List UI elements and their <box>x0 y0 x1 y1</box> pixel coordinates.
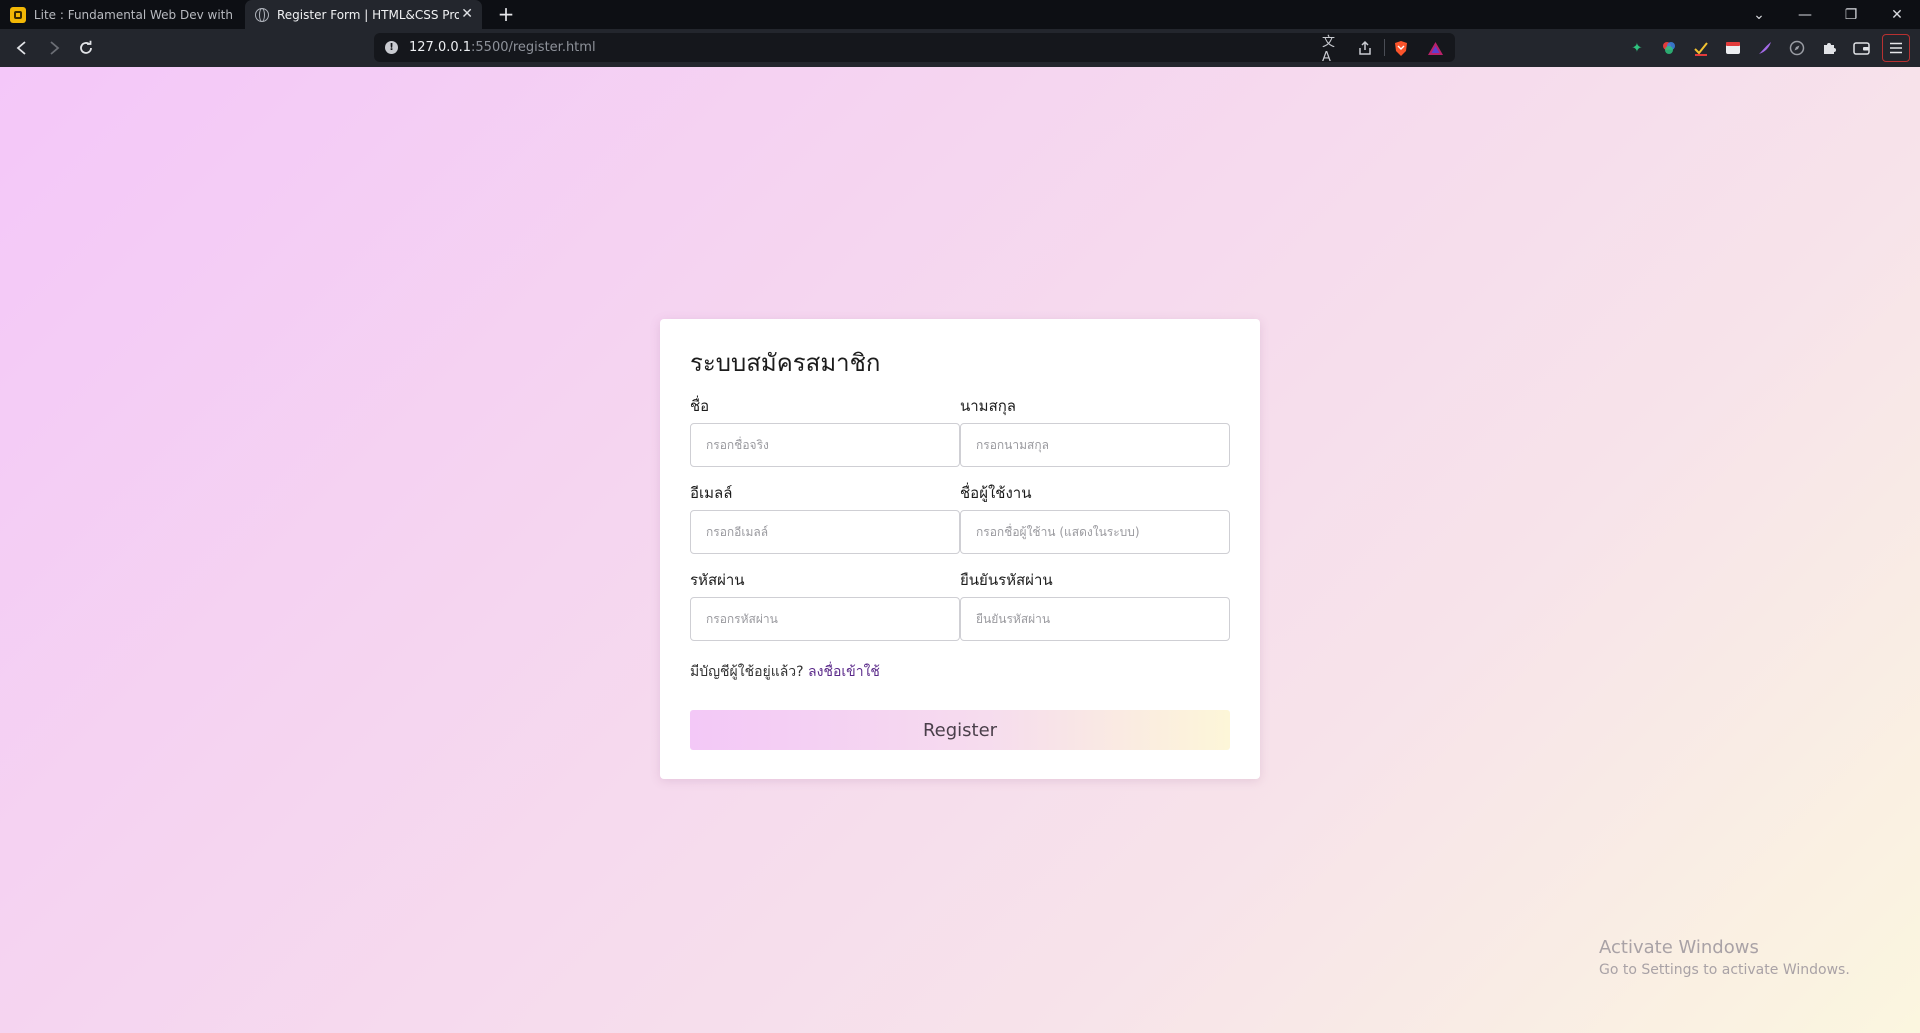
translate-icon[interactable]: 文A <box>1322 35 1340 65</box>
last-name-group: นามสกุล กรอกนามสกุล <box>960 395 1230 467</box>
windows-activation-watermark: Activate Windows Go to Settings to activ… <box>1599 937 1850 979</box>
back-button[interactable] <box>10 36 34 60</box>
username-group: ชื่อผู้ใช้งาน กรอกชื่อผู้ใช้าน (แสดงในระ… <box>960 482 1230 554</box>
extension-hummingbird-icon[interactable]: ✦ <box>1628 39 1646 57</box>
url-host: 127.0.0.1 <box>409 40 472 55</box>
tab-title: Lite : Fundamental Web Dev with HTML <box>33 7 233 22</box>
first-name-group: ชื่อ กรอกชื่อจริง <box>690 395 960 467</box>
tab-close-icon[interactable]: ✕ <box>461 6 473 22</box>
hamburger-menu-icon <box>1890 42 1902 54</box>
extension-window-icon[interactable] <box>1724 39 1742 57</box>
username-label: ชื่อผู้ใช้งาน <box>960 484 1032 502</box>
minimize-button[interactable]: — <box>1782 0 1828 29</box>
first-name-input[interactable]: กรอกชื่อจริง <box>690 423 960 467</box>
register-card: ระบบสมัครสมาชิก ชื่อ กรอกชื่อจริง นามสกุ… <box>660 319 1260 779</box>
tab-register-form[interactable]: Register Form | HTML&CSS Project ✕ <box>245 0 482 29</box>
confirm-password-input[interactable]: ยืนยันรหัสผ่าน <box>960 597 1230 641</box>
reload-button[interactable] <box>74 36 98 60</box>
extensions-puzzle-icon[interactable] <box>1820 39 1838 57</box>
back-arrow-icon <box>16 41 26 55</box>
confirm-password-group: ยืนยันรหัสผ่าน ยืนยันรหัสผ่าน <box>960 569 1230 641</box>
share-icon[interactable] <box>1356 39 1374 57</box>
wallet-icon[interactable] <box>1852 39 1870 57</box>
brave-shields-icon[interactable] <box>1392 39 1410 57</box>
login-link[interactable]: ลงชื่อเข้าใช้ <box>808 664 880 680</box>
globe-icon <box>255 7 269 22</box>
address-bar[interactable]: ! 127.0.0.1:5500/register.html 文A <box>374 33 1455 65</box>
url-path: :5500/register.html <box>471 40 596 55</box>
password-input[interactable]: กรอกรหัสผ่าน <box>690 597 960 641</box>
url-text[interactable]: 127.0.0.1:5500/register.html <box>409 40 596 55</box>
forward-button[interactable] <box>42 36 66 60</box>
last-name-label: นามสกุล <box>960 397 1016 415</box>
new-tab-button[interactable]: + <box>495 3 517 25</box>
register-button[interactable]: Register <box>690 710 1230 750</box>
close-window-button[interactable]: ✕ <box>1874 0 1920 29</box>
tab-strip: Lite : Fundamental Web Dev with HTML Reg… <box>0 0 1920 29</box>
first-name-label: ชื่อ <box>690 397 710 415</box>
extension-color-picker-icon[interactable] <box>1660 39 1678 57</box>
restore-button[interactable]: ❐ <box>1828 0 1874 29</box>
tab-lite-fundamental[interactable]: Lite : Fundamental Web Dev with HTML <box>0 0 243 29</box>
form-title: ระบบสมัครสมาชิก <box>690 349 881 377</box>
login-hint: มีบัญชีผู้ใช้อยู่แล้ว? ลงชื่อเข้าใช้ <box>690 661 880 683</box>
have-account-text: มีบัญชีผู้ใช้อยู่แล้ว? <box>690 664 804 680</box>
last-name-input[interactable]: กรอกนามสกุล <box>960 423 1230 467</box>
extension-todo-check-icon[interactable] <box>1692 39 1710 57</box>
email-label: อีเมลล์ <box>690 484 733 502</box>
username-input[interactable]: กรอกชื่อผู้ใช้าน (แสดงในระบบ) <box>960 510 1230 554</box>
extension-feather-icon[interactable] <box>1756 39 1774 57</box>
watermark-subtitle: Go to Settings to activate Windows. <box>1599 962 1850 978</box>
extension-compass-icon[interactable] <box>1788 39 1806 57</box>
page-viewport: ระบบสมัครสมาชิก ชื่อ กรอกชื่อจริง นามสกุ… <box>0 67 1920 1033</box>
confirm-password-label: ยืนยันรหัสผ่าน <box>960 571 1053 589</box>
email-group: อีเมลล์ กรอกอีเมลล์ <box>690 482 960 554</box>
reload-icon <box>80 40 92 54</box>
tab-title: Register Form | HTML&CSS Project <box>277 7 459 22</box>
brave-rewards-icon[interactable] <box>1426 39 1444 57</box>
email-input[interactable]: กรอกอีเมลล์ <box>690 510 960 554</box>
tab-search-dropdown-icon[interactable]: ⌄ <box>1736 0 1782 29</box>
password-label: รหัสผ่าน <box>690 571 745 589</box>
watermark-title: Activate Windows <box>1599 937 1759 958</box>
browser-toolbar: ! 127.0.0.1:5500/register.html 文A ✦ <box>0 29 1920 68</box>
divider <box>1384 39 1385 56</box>
forward-arrow-icon <box>50 41 60 55</box>
main-menu-button[interactable] <box>1882 34 1910 62</box>
site-info-icon[interactable]: ! <box>385 41 398 54</box>
password-group: รหัสผ่าน กรอกรหัสผ่าน <box>690 569 960 641</box>
lite-favicon-icon <box>10 6 26 23</box>
